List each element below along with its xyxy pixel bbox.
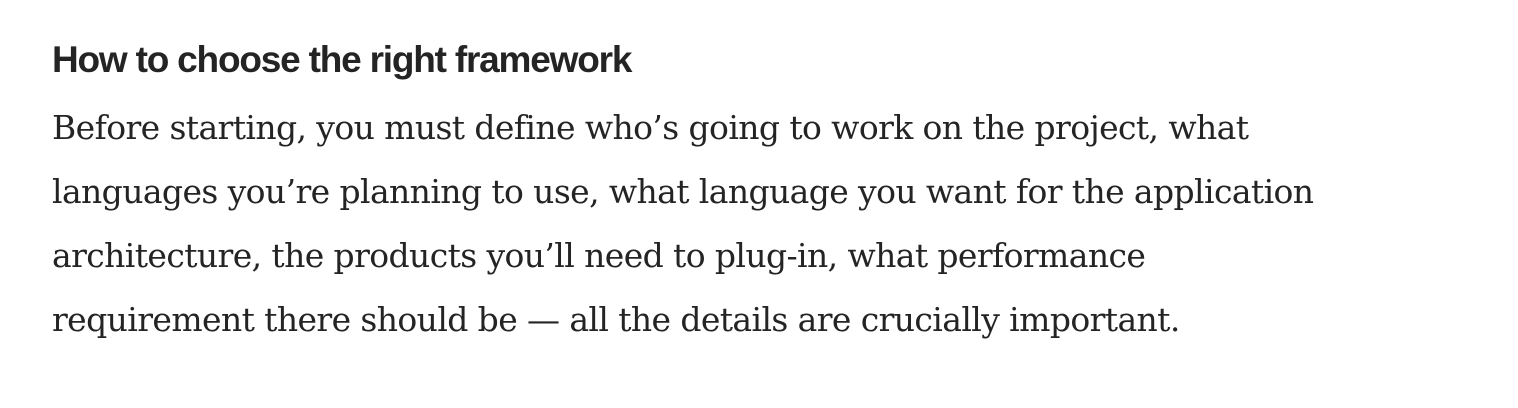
- article-section: How to choose the right framework Before…: [52, 34, 1472, 352]
- paragraph-line: requirement there should be — all the de…: [52, 300, 1180, 339]
- paragraph-line: architecture, the products you’ll need t…: [52, 236, 1146, 275]
- paragraph-line: languages you’re planning to use, what l…: [52, 172, 1314, 211]
- section-heading: How to choose the right framework: [52, 39, 632, 80]
- section-paragraph: Before starting, you must define who’s g…: [52, 96, 1452, 352]
- paragraph-line: Before starting, you must define who’s g…: [52, 108, 1249, 147]
